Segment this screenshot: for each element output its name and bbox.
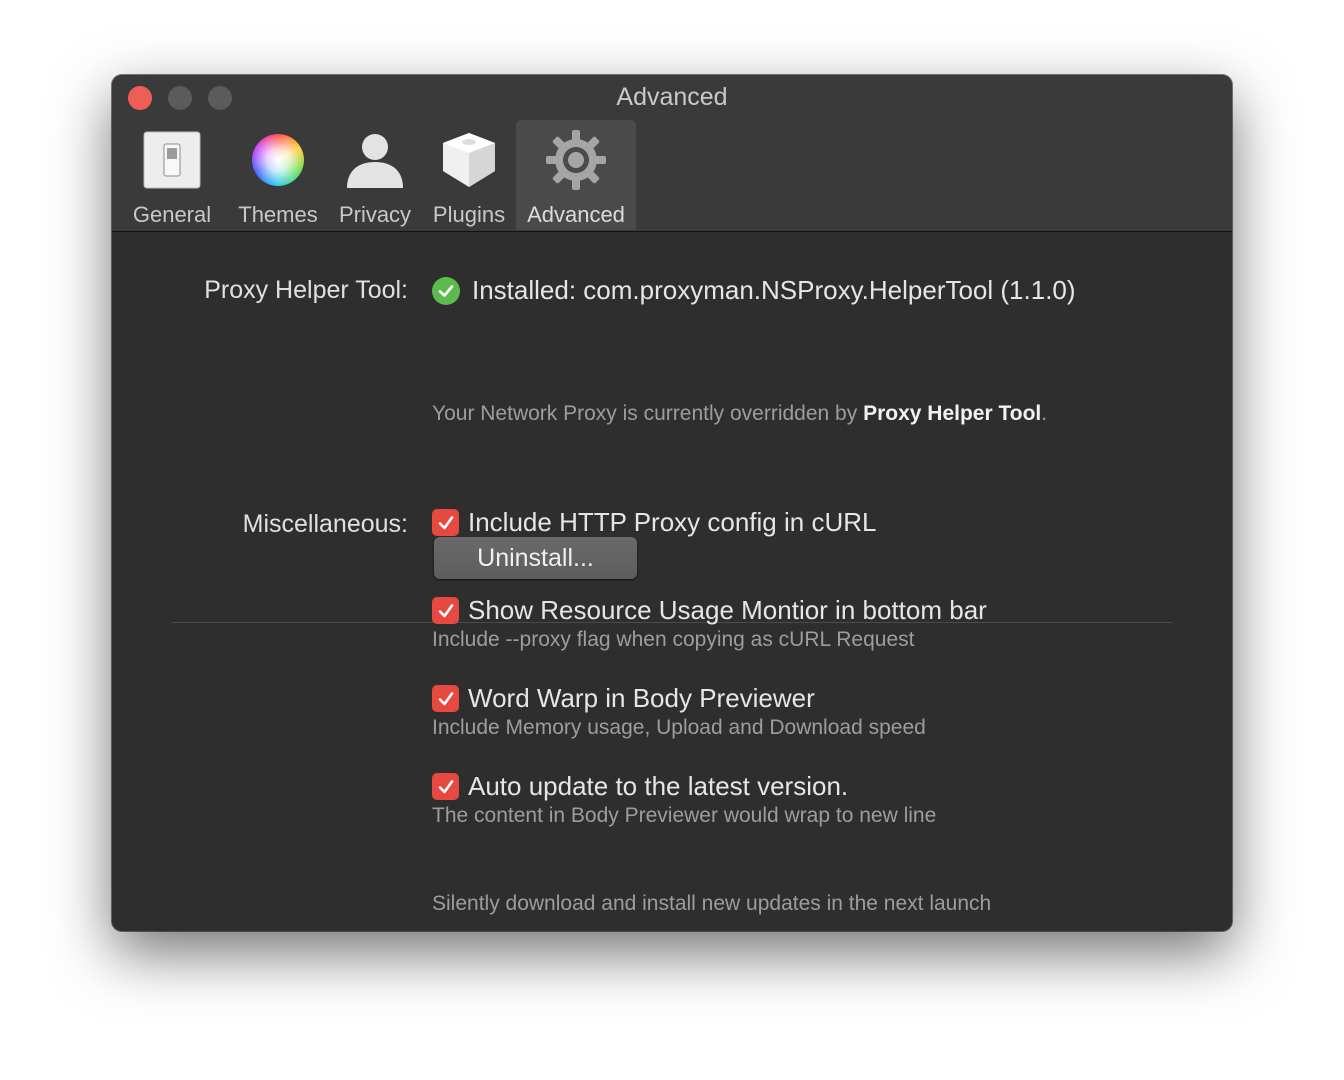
option-label: Word Warp in Body Previewer (468, 683, 815, 713)
option-resource-monitor[interactable]: Show Resource Usage Montior in bottom ba… (432, 595, 987, 626)
misc-label: Miscellaneous: (242, 510, 408, 538)
option-description: Include --proxy flag when copying as cUR… (432, 628, 915, 651)
check-circle-icon (432, 276, 460, 305)
advanced-pane: Proxy Helper Tool: Installed: com.proxym… (112, 232, 1232, 931)
option-description: Include Memory usage, Upload and Downloa… (432, 716, 926, 739)
proxy-helper-label: Proxy Helper Tool: (204, 276, 408, 304)
tab-privacy[interactable]: Privacy (328, 120, 422, 230)
color-wheel-icon (246, 128, 310, 192)
checkbox-checked-icon[interactable] (432, 685, 459, 712)
tab-general[interactable]: General (116, 120, 228, 230)
gear-icon (544, 128, 608, 192)
option-description: The content in Body Previewer would wrap… (432, 804, 937, 827)
helper-tool-name: Proxy Helper Tool (863, 402, 1042, 425)
tab-label: Advanced (527, 202, 625, 227)
option-include-proxy-curl[interactable]: Include HTTP Proxy config in cURL (432, 507, 876, 538)
option-label: Show Resource Usage Montior in bottom ba… (468, 595, 987, 625)
preferences-toolbar: General Themes Privacy Plugins Advanced (116, 120, 636, 230)
plugin-box-icon (437, 128, 501, 192)
titlebar: Advanced General Themes Privacy Plugins … (112, 75, 1232, 232)
checkbox-checked-icon[interactable] (432, 597, 459, 624)
tab-label: Plugins (432, 202, 506, 227)
tab-plugins[interactable]: Plugins (422, 120, 516, 230)
option-description: Silently download and install new update… (432, 892, 992, 915)
tab-advanced[interactable]: Advanced (516, 120, 636, 230)
option-auto-update[interactable]: Auto update to the latest version. (432, 771, 848, 802)
uninstall-button[interactable]: Uninstall... (434, 537, 637, 579)
tab-label: General (132, 202, 212, 227)
tab-themes[interactable]: Themes (228, 120, 328, 230)
option-label: Include HTTP Proxy config in cURL (468, 507, 877, 537)
preferences-window: Advanced General Themes Privacy Plugins … (112, 75, 1232, 931)
tab-label: Themes (238, 202, 318, 227)
option-word-wrap[interactable]: Word Warp in Body Previewer (432, 683, 815, 714)
helper-status-text: Installed: com.proxyman.NSProxy.HelperTo… (472, 275, 1076, 305)
person-icon (343, 128, 407, 192)
checkbox-checked-icon[interactable] (432, 773, 459, 800)
helper-status: Installed: com.proxyman.NSProxy.HelperTo… (432, 275, 1076, 306)
window-title: Advanced (616, 83, 728, 111)
option-label: Auto update to the latest version. (468, 771, 849, 801)
helper-description: Your Network Proxy is currently overridd… (432, 402, 1048, 425)
tab-label: Privacy (338, 202, 412, 227)
checkbox-checked-icon[interactable] (432, 509, 459, 536)
switch-icon (140, 128, 204, 192)
